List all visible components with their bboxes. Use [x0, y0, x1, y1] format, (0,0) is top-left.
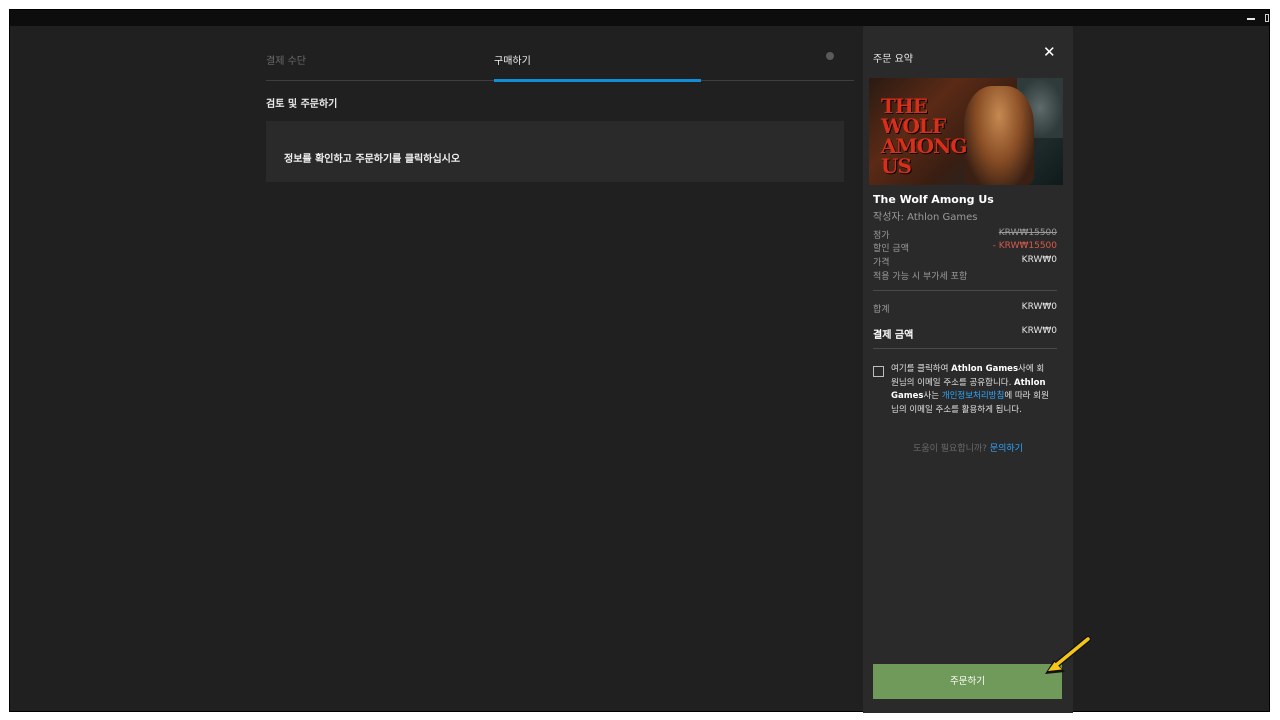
- maximize-icon[interactable]: [1265, 14, 1269, 22]
- list-price-label: 정가: [873, 231, 890, 241]
- annotation-arrow-icon: [1045, 636, 1091, 674]
- checkout-tabs: 결제 수단 구매하기: [266, 42, 854, 82]
- consent-company-name: Athlon Games: [951, 364, 1019, 374]
- place-order-button[interactable]: 주문하기: [873, 664, 1062, 699]
- review-message: 정보를 확인하고 주문하기를 클릭하십시오: [284, 154, 461, 165]
- discount-value: - KRW₩15500: [992, 241, 1057, 251]
- subtotal-value: KRW₩0: [1021, 302, 1057, 312]
- active-tab-indicator: [494, 79, 701, 82]
- launcher-window: 결제 수단 구매하기 검토 및 주문하기 정보를 확인하고 주문하기를 클릭하십…: [9, 9, 1270, 713]
- divider: [873, 290, 1057, 291]
- order-summary-panel: 주문 요약 ✕ THE WOLF AMONG US The Wolf Among…: [863, 26, 1073, 713]
- total-label: 결제 금액: [873, 330, 914, 341]
- email-consent-checkbox[interactable]: [873, 366, 884, 377]
- contact-link[interactable]: 문의하기: [990, 444, 1023, 454]
- price-value: KRW₩0: [1021, 255, 1057, 265]
- vat-note: 적용 가능 시 부가세 포함: [873, 272, 968, 282]
- divider: [873, 348, 1057, 349]
- cover-logo-text: THE WOLF AMONG US: [881, 94, 967, 178]
- game-title: The Wolf Among Us: [873, 193, 994, 206]
- consent-text-part: 사는: [923, 391, 942, 401]
- publisher: 작성자: Athlon Games: [873, 212, 978, 223]
- section-title: 검토 및 주문하기: [266, 99, 338, 110]
- subtotal-label: 합계: [873, 305, 890, 315]
- help-line: 도움이 필요합니까? 문의하기: [863, 441, 1073, 454]
- consent-text-part: 여기를 클릭하여: [891, 364, 952, 374]
- discount-label: 할인 금액: [873, 244, 909, 254]
- title-bar: [10, 10, 1269, 26]
- price-label: 가격: [873, 258, 890, 268]
- help-text: 도움이 필요합니까?: [913, 444, 990, 454]
- tab-purchase[interactable]: 구매하기: [494, 52, 531, 67]
- email-consent-text: 여기를 클릭하여 Athlon Games사에 회원님의 이메일 주소를 공유합…: [891, 363, 1051, 417]
- panel-title: 주문 요약: [873, 54, 913, 65]
- minimize-icon[interactable]: [1247, 18, 1255, 20]
- close-icon[interactable]: ✕: [1043, 44, 1056, 60]
- globe-icon[interactable]: [826, 52, 834, 60]
- game-cover-image: THE WOLF AMONG US: [869, 78, 1063, 185]
- tab-payment-method[interactable]: 결제 수단: [266, 52, 306, 67]
- review-box: 정보를 확인하고 주문하기를 클릭하십시오: [266, 121, 844, 182]
- total-value: KRW₩0: [1021, 326, 1057, 336]
- privacy-policy-link[interactable]: 개인정보처리방침: [942, 391, 1005, 401]
- list-price-value: KRW₩15500: [998, 228, 1057, 238]
